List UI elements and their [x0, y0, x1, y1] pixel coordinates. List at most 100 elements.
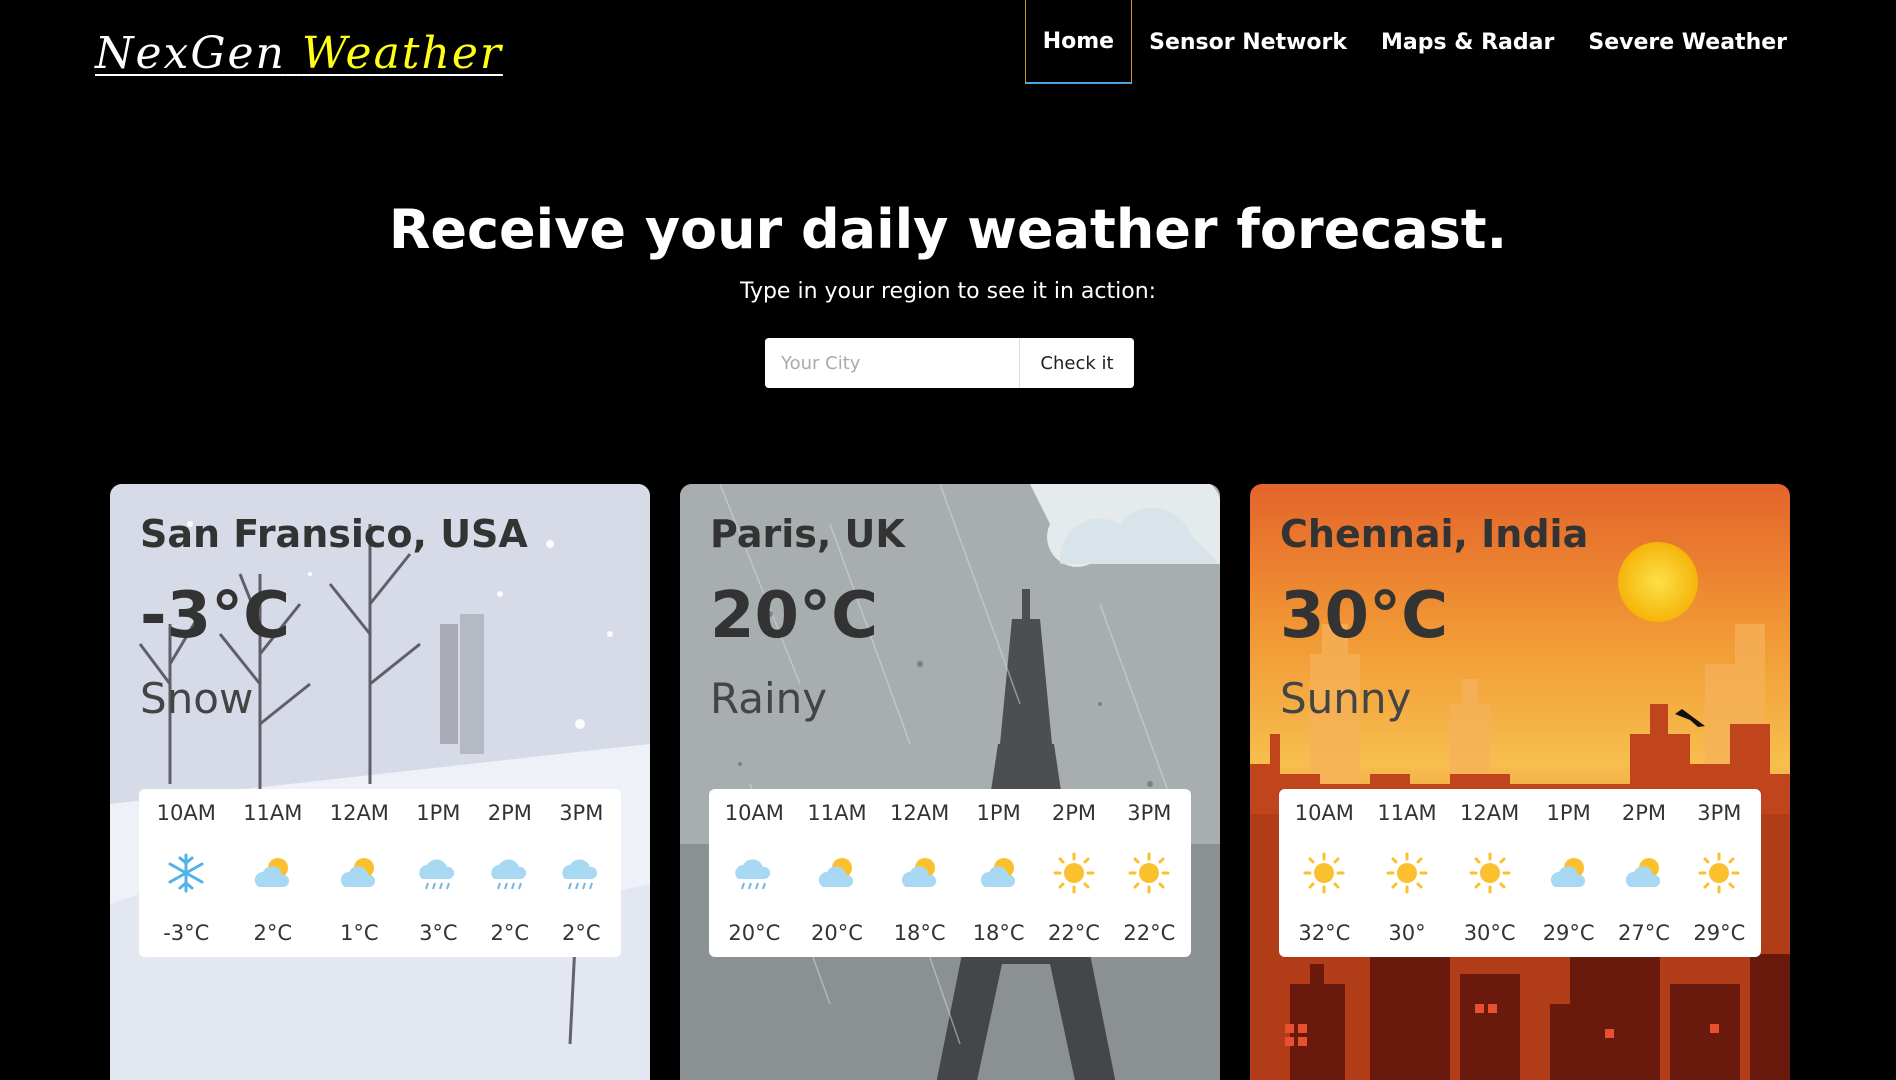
hour-temp: 2°C [490, 921, 530, 945]
card-condition: Rainy [710, 674, 828, 723]
hourly-item: 11AM 2°C [243, 801, 302, 945]
nav-severe-weather[interactable]: Severe Weather [1571, 0, 1804, 84]
hourly-item: 1PM 3°C [416, 801, 460, 945]
hour-temp: 2°C [253, 921, 293, 945]
hourly-item: 2PM 27°C [1618, 801, 1670, 945]
nav-sensor-network[interactable]: Sensor Network [1132, 0, 1364, 84]
hero-title: Receive your daily weather forecast. [388, 198, 1508, 261]
hourly-item: 1PM 18°C [973, 801, 1025, 945]
hour-time: 10AM [724, 801, 784, 825]
partly-cloudy-icon [337, 851, 381, 895]
hourly-item: 10AM -3°C [157, 801, 216, 945]
hour-temp: 18°C [893, 921, 946, 945]
logo-text-accent: Weather [301, 28, 503, 79]
nav-maps-radar[interactable]: Maps & Radar [1364, 0, 1571, 84]
sun-icon [1302, 851, 1346, 895]
hourly-item: 12AM 1°C [330, 801, 389, 945]
nav-home[interactable]: Home [1024, 0, 1133, 84]
partly-cloudy-icon [1547, 851, 1591, 895]
weather-card-san-francisco: San Fransico, USA -3°C Snow 10AM -3°C 11… [110, 484, 650, 1080]
hour-time: 2PM [487, 801, 532, 825]
city-search-form: Check it [765, 338, 1134, 388]
card-city: Chennai, India [1280, 512, 1589, 556]
hourly-item: 3PM 22°C [1123, 801, 1175, 945]
hourly-forecast: 10AM 20°C 11AM 20°C 12AM 18°C 1PM 18°C 2… [709, 789, 1191, 957]
hour-time: 1PM [1546, 801, 1591, 825]
hour-temp: 20°C [728, 921, 781, 945]
hour-time: 11AM [1377, 801, 1437, 825]
logo-text-primary: NexGen [95, 28, 286, 79]
sun-icon [1385, 851, 1429, 895]
hour-temp: 20°C [811, 921, 863, 945]
card-condition: Snow [140, 674, 254, 723]
partly-cloudy-icon [815, 851, 859, 895]
check-it-button[interactable]: Check it [1020, 338, 1134, 388]
hourly-item: 2PM 2°C [488, 801, 532, 945]
rainy-eiffel-background [680, 484, 1220, 1080]
hourly-item: 1PM 29°C [1543, 801, 1595, 945]
weather-card-paris: Paris, UK 20°C Rainy 10AM 20°C 11AM 20°C… [680, 484, 1220, 1080]
partly-cloudy-icon [1622, 851, 1666, 895]
city-search-input[interactable] [765, 338, 1020, 388]
hour-time: 1PM [416, 801, 461, 825]
hour-time: 3PM [559, 801, 604, 825]
hour-temp: 2°C [562, 921, 601, 945]
hour-temp: 32°C [1298, 921, 1351, 945]
card-temperature: 20°C [710, 579, 879, 653]
main-nav: Home Sensor Network Maps & Radar Severe … [1024, 0, 1804, 84]
snowflake-icon [164, 851, 208, 895]
hour-temp: 30°C [1463, 921, 1516, 945]
sunny-city-background [1250, 542, 1790, 1080]
hour-temp: 22°C [1048, 921, 1100, 945]
hourly-item: 11AM 20°C [807, 801, 866, 945]
rain-cloud-icon [732, 851, 776, 895]
card-temperature: 30°C [1280, 579, 1449, 653]
hourly-item: 10AM 32°C [1295, 801, 1354, 945]
weather-card-chennai: Chennai, India 30°C Sunny 10AM 32°C 11AM… [1250, 484, 1790, 1080]
hour-time: 1PM [976, 801, 1021, 825]
sun-icon [1127, 851, 1171, 895]
hourly-item: 12AM 30°C [1460, 801, 1519, 945]
hourly-forecast: 10AM 32°C 11AM 30° 12AM 30°C 1PM 29°C 2P… [1279, 789, 1761, 957]
hour-time: 12AM [1460, 801, 1520, 825]
hour-time: 3PM [1127, 801, 1172, 825]
card-city: Paris, UK [710, 512, 905, 556]
hourly-forecast: 10AM -3°C 11AM 2°C 12AM 1°C 1PM 3°C 2PM … [139, 789, 621, 957]
hero-subtitle: Type in your region to see it in action: [739, 279, 1157, 304]
rain-cloud-icon [416, 851, 460, 895]
hour-time: 10AM [156, 801, 216, 825]
rain-cloud-icon [559, 851, 603, 895]
partly-cloudy-icon [898, 851, 942, 895]
hour-time: 2PM [1051, 801, 1097, 825]
hourly-item: 3PM 29°C [1693, 801, 1745, 945]
hour-temp: 27°C [1618, 921, 1670, 945]
hour-temp: 1°C [340, 921, 379, 945]
hour-temp: 29°C [1693, 921, 1746, 945]
hour-temp: 30° [1388, 921, 1426, 945]
hour-temp: 3°C [419, 921, 458, 945]
hour-time: 3PM [1697, 801, 1742, 825]
hour-time: 10AM [1294, 801, 1354, 825]
card-city: San Fransico, USA [140, 512, 528, 556]
partly-cloudy-icon [977, 851, 1021, 895]
card-condition: Sunny [1280, 674, 1412, 723]
card-temperature: -3°C [140, 579, 291, 653]
sun-icon [1052, 851, 1096, 895]
sun-icon [1697, 851, 1741, 895]
hour-temp: 29°C [1542, 921, 1595, 945]
hour-temp: 22°C [1123, 921, 1176, 945]
snowy-trees-background [110, 484, 650, 1080]
hourly-item: 2PM 22°C [1048, 801, 1100, 945]
partly-cloudy-icon [251, 851, 295, 895]
logo[interactable]: NexGen Weather [95, 28, 503, 79]
hour-time: 11AM [807, 801, 867, 825]
hour-temp: -3°C [163, 921, 210, 945]
hour-temp: 18°C [972, 921, 1025, 945]
rain-cloud-icon [488, 851, 532, 895]
hour-time: 12AM [890, 801, 950, 825]
hourly-item: 12AM 18°C [890, 801, 949, 945]
hourly-item: 11AM 30° [1377, 801, 1436, 945]
sun-icon [1468, 851, 1512, 895]
hourly-item: 10AM 20°C [725, 801, 784, 945]
hour-time: 2PM [1621, 801, 1667, 825]
